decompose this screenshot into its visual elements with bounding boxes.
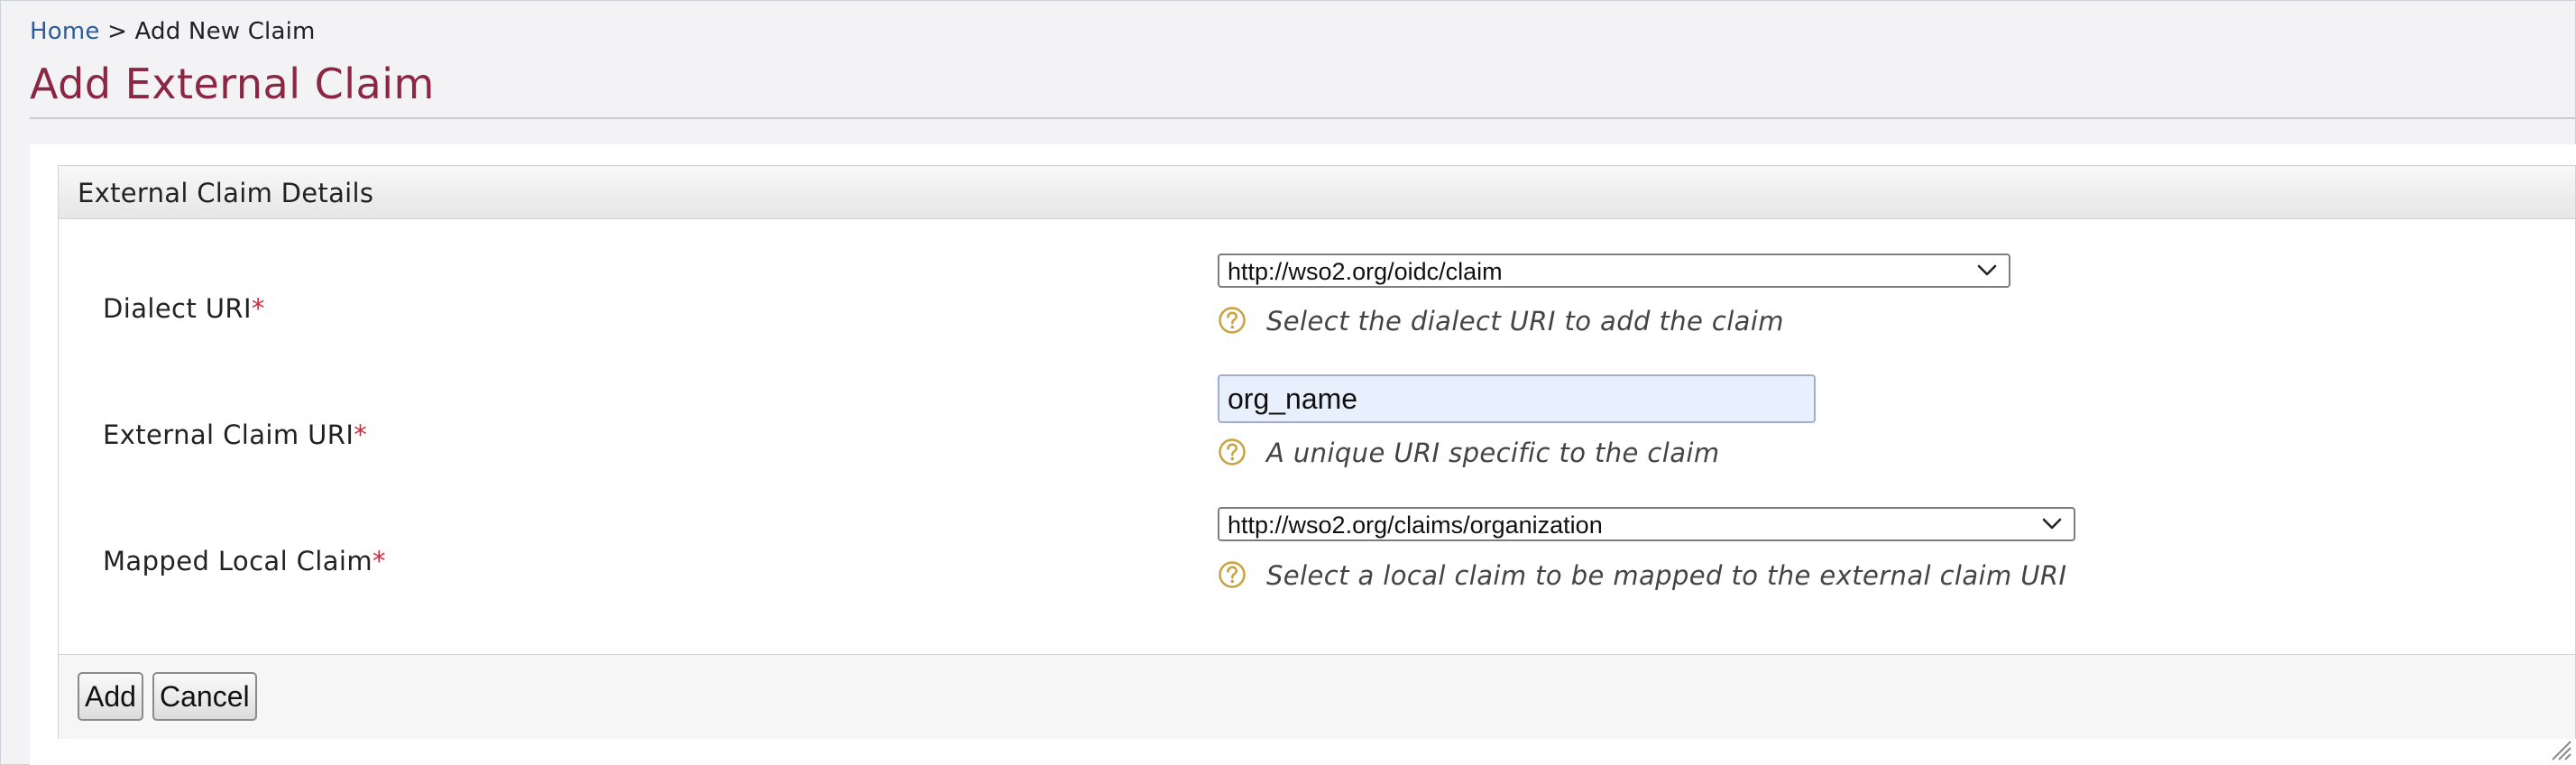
required-marker: * (251, 293, 265, 324)
chevron-down-icon (1977, 264, 1997, 276)
external-claim-uri-help-text: A unique URI specific to the claim (1266, 438, 1720, 468)
dialect-uri-select[interactable]: http://wso2.org/oidc/claim (1218, 253, 2010, 288)
mapped-local-claim-select[interactable]: http://wso2.org/claims/organization (1218, 507, 2075, 541)
chevron-down-icon (2042, 518, 2062, 530)
dialect-uri-label: Dialect URI* (103, 293, 265, 324)
title-divider (30, 117, 2576, 119)
external-claim-uri-label: External Claim URI* (103, 419, 367, 450)
resize-grip-icon[interactable] (2547, 736, 2572, 761)
breadcrumb-current: Add New Claim (134, 18, 316, 45)
question-circle-icon (1219, 438, 1246, 465)
page-title: Add External Claim (30, 60, 435, 108)
mapped-local-claim-label-text: Mapped Local Claim (103, 546, 373, 576)
external-claim-uri-input[interactable] (1218, 374, 1816, 423)
breadcrumb-separator: > (107, 18, 128, 45)
mapped-local-claim-label: Mapped Local Claim* (103, 546, 386, 576)
external-claim-uri-label-text: External Claim URI (103, 419, 354, 450)
dialect-uri-label-text: Dialect URI (103, 293, 252, 324)
required-marker: * (354, 419, 368, 450)
dialect-uri-help-text: Select the dialect URI to add the claim (1266, 306, 1784, 336)
panel-header: External Claim Details (59, 166, 2575, 219)
cancel-button[interactable]: Cancel (152, 672, 257, 721)
mapped-local-claim-selected: http://wso2.org/claims/organization (1228, 512, 1603, 539)
breadcrumb-home-link[interactable]: Home (30, 18, 100, 45)
required-marker: * (373, 546, 386, 576)
add-button[interactable]: Add (78, 672, 143, 721)
claim-details-panel: External Claim Details Dialect URI* http… (58, 165, 2576, 739)
question-circle-icon (1219, 561, 1246, 588)
mapped-local-claim-help-text: Select a local claim to be mapped to the… (1266, 560, 2067, 591)
panel-title: External Claim Details (78, 178, 374, 208)
dialect-uri-selected: http://wso2.org/oidc/claim (1228, 258, 1503, 285)
panel-footer: Add Cancel (59, 654, 2575, 739)
question-circle-icon (1219, 307, 1246, 334)
breadcrumb: Home > Add New Claim (30, 18, 316, 45)
